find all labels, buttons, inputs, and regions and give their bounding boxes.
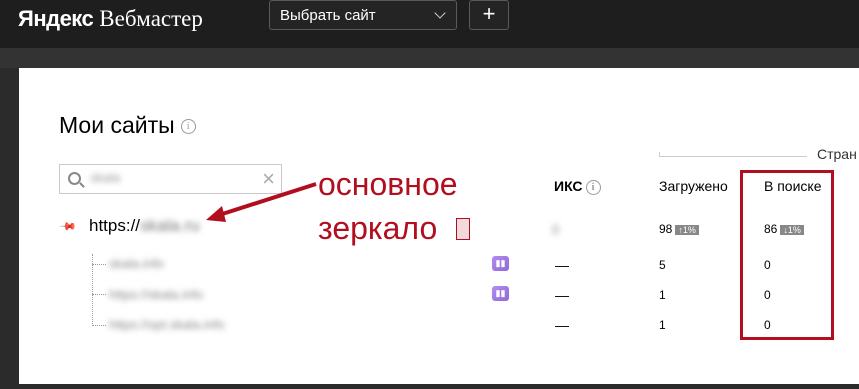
- logo-product: Вебмастер: [99, 6, 203, 31]
- mirror-loaded-1: 5: [659, 258, 666, 272]
- main-url-rest: skala.ru: [140, 216, 200, 235]
- annotation-arrow-icon: [206, 182, 317, 222]
- tree-branch: [92, 264, 106, 265]
- metrica-icon[interactable]: ▮▮: [492, 286, 509, 301]
- main-url-prefix: https://: [89, 216, 141, 235]
- info-icon[interactable]: i: [180, 119, 196, 135]
- mirror-link-2[interactable]: https://skala.info: [109, 287, 203, 302]
- chevron-down-icon: [434, 7, 446, 19]
- mirror-iks-2: —: [555, 287, 569, 303]
- mirror-iks-1: —: [555, 257, 569, 273]
- sites-panel: Мои сайты i skala × Стран ИКС i Загружено …: [19, 68, 859, 384]
- top-bar: Яндекс Вебмастер Выбрать сайт +: [0, 0, 859, 48]
- info-icon[interactable]: i: [585, 179, 601, 195]
- annotation-line-2: зеркало: [318, 210, 438, 246]
- logo-brand: Яндекс: [18, 6, 94, 31]
- pages-group-header: Стран: [817, 146, 857, 162]
- page-title-text: Мои сайты: [59, 112, 175, 138]
- in-search-highlight-box: [740, 170, 834, 340]
- mirror-link-1[interactable]: skala.info: [109, 256, 164, 271]
- site-select-dropdown[interactable]: Выбрать сайт: [269, 0, 457, 30]
- iks-value: 0: [552, 222, 560, 237]
- yandex-webmaster-logo[interactable]: Яндекс Вебмастер: [18, 6, 203, 32]
- pin-icon[interactable]: 📌: [58, 217, 77, 236]
- mirror-loaded-3: 1: [659, 318, 666, 332]
- header-divider: [0, 48, 859, 68]
- site-select-label: Выбрать сайт: [280, 7, 376, 24]
- add-site-button[interactable]: +: [469, 0, 509, 30]
- loaded-column-header[interactable]: Загружено: [659, 178, 728, 194]
- tree-branch: [92, 325, 106, 326]
- annotation-marker: [456, 218, 470, 240]
- loaded-count: 98: [659, 222, 673, 236]
- search-icon: [68, 172, 81, 185]
- metrica-icon[interactable]: ▮▮: [492, 256, 509, 271]
- page-title: Мои сайты i: [59, 112, 196, 139]
- annotation-line-1: основное: [318, 166, 458, 202]
- iks-label: ИКС: [554, 178, 583, 194]
- tree-branch: [92, 294, 106, 295]
- main-site-link[interactable]: https://skala.ru: [89, 216, 200, 236]
- search-value: skala: [90, 170, 121, 185]
- mirror-loaded-2: 1: [659, 288, 666, 302]
- mirror-iks-3: —: [555, 317, 569, 333]
- loaded-value: 98 ↑1%: [659, 222, 699, 236]
- iks-column-header[interactable]: ИКС i: [554, 178, 601, 195]
- loaded-change-badge: ↑1%: [675, 224, 699, 235]
- mirror-link-3[interactable]: https://opt.skala.info: [109, 317, 225, 332]
- pages-group-line: [659, 156, 807, 157]
